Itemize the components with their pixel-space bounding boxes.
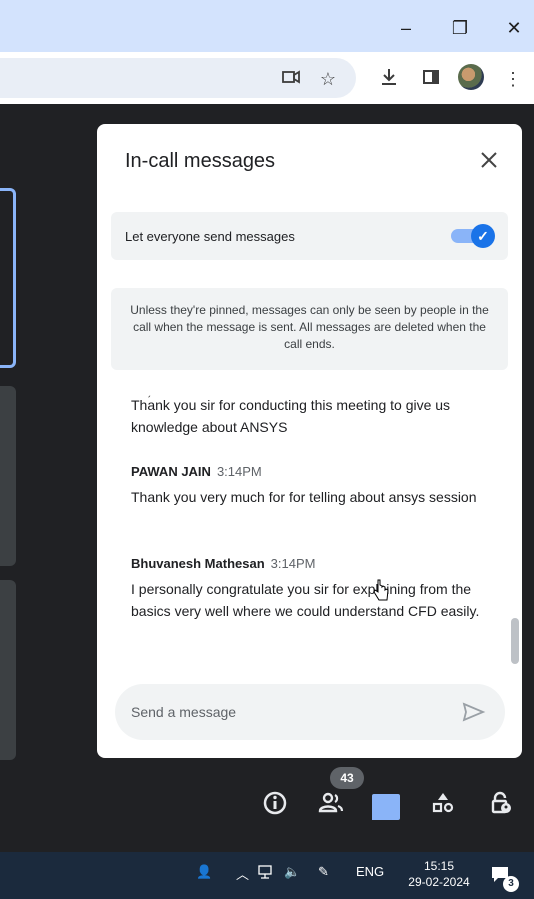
chat-icon[interactable]: [372, 794, 400, 820]
message-time: 3:14PM: [270, 556, 316, 571]
send-icon[interactable]: [459, 698, 487, 726]
message-scrollbar[interactable]: [511, 618, 519, 664]
message-text: I personally congratulate you sir for ex…: [131, 581, 480, 619]
side-panel-icon[interactable]: [418, 66, 444, 92]
people-icon[interactable]: [314, 790, 348, 824]
more-menu-icon[interactable]: ⋮: [500, 66, 526, 92]
chevron-up-icon[interactable]: ︿: [236, 864, 249, 883]
message-composer: [115, 684, 505, 740]
video-tile[interactable]: [0, 580, 16, 760]
sender-name: PAWAN JAIN: [131, 464, 211, 479]
message-text: Thank you very much for for telling abou…: [131, 489, 477, 505]
message-time: 3:14PM: [216, 464, 262, 479]
notification-count-badge: 3: [503, 876, 519, 892]
host-controls-icon[interactable]: [484, 790, 518, 824]
windows-taskbar: 👤 ︿ 🔈 ✎ ENG 15:15 29-02-2024 3: [0, 852, 534, 899]
message-sender: Bhuvanesh Mathesan 3:14PM: [131, 556, 315, 571]
meeting-info-icon[interactable]: [258, 790, 292, 824]
minimize-button[interactable]: –: [392, 14, 420, 42]
clock-date: 29-02-2024: [408, 875, 470, 889]
language-indicator[interactable]: ENG: [356, 864, 384, 879]
pen-icon[interactable]: ✎: [318, 864, 329, 880]
camera-icon[interactable]: [278, 66, 304, 92]
participants-count-badge: 43: [330, 767, 364, 789]
bookmark-star-icon[interactable]: ☆: [315, 66, 341, 92]
panel-title: In-call messages: [125, 150, 276, 172]
browser-toolbar: ☆ ⋮: [0, 52, 534, 104]
checkmark-icon[interactable]: ✓: [471, 224, 495, 248]
activities-icon[interactable]: [426, 790, 460, 824]
let-everyone-send-setting: Let everyone send messages ✓: [111, 212, 508, 260]
video-tile-selected[interactable]: [0, 188, 16, 368]
hand-cursor-icon: [373, 579, 389, 601]
close-icon: [481, 152, 497, 168]
message-list: ˏ Thank you sir for conducting this meet…: [97, 378, 522, 678]
clock-time: 15:15: [423, 859, 455, 873]
profile-avatar[interactable]: [458, 64, 484, 90]
video-tile[interactable]: [0, 386, 16, 566]
volume-icon[interactable]: 🔈: [284, 864, 300, 880]
send-message-input[interactable]: [131, 700, 431, 724]
restore-button[interactable]: ❐: [446, 14, 474, 42]
close-window-button[interactable]: ✕: [500, 14, 528, 42]
browser-title-bar: – ❐ ✕: [0, 0, 534, 52]
messages-notice: Unless they're pinned, messages can only…: [111, 288, 508, 370]
download-icon[interactable]: [376, 66, 402, 92]
sender-name: Bhuvanesh Mathesan: [131, 556, 265, 571]
network-icon[interactable]: [258, 864, 274, 883]
people-tray-icon[interactable]: 👤: [196, 864, 212, 880]
close-panel-button[interactable]: [473, 146, 505, 178]
setting-label: Let everyone send messages: [125, 229, 295, 244]
message-sender: PAWAN JAIN 3:14PM: [131, 464, 262, 479]
in-call-messages-panel: In-call messages Let everyone send messa…: [97, 124, 522, 758]
taskbar-clock[interactable]: 15:15 29-02-2024: [403, 858, 475, 890]
message-text: Thank you sir for conducting this meetin…: [131, 397, 451, 435]
